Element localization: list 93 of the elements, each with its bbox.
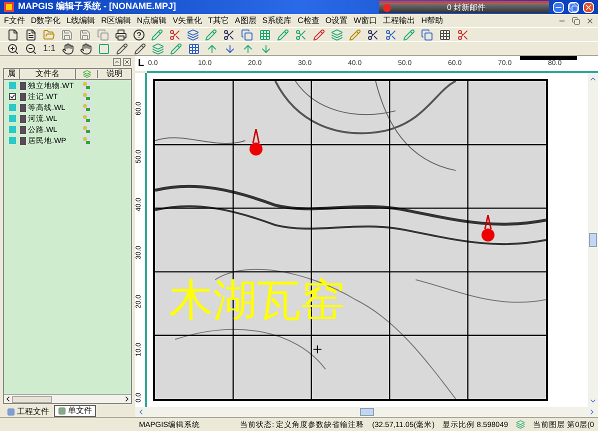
help-icon[interactable] bbox=[133, 28, 145, 40]
printer-icon[interactable] bbox=[115, 28, 127, 40]
scroll-thumb[interactable] bbox=[12, 396, 52, 402]
map-pin-icon bbox=[481, 215, 495, 243]
layer-style-icon bbox=[82, 114, 91, 123]
layer-style-icon bbox=[82, 81, 91, 90]
layers-icon bbox=[516, 420, 526, 429]
menu-item[interactable]: F文件 bbox=[4, 14, 25, 26]
layer-style-icon bbox=[82, 136, 91, 145]
layer-checkbox[interactable] bbox=[8, 126, 16, 133]
menu-item[interactable]: H帮助 bbox=[421, 14, 443, 26]
menu-item[interactable]: T其它 bbox=[208, 14, 229, 26]
zoom-in-icon[interactable] bbox=[7, 42, 19, 54]
down-arrow-icon[interactable] bbox=[260, 42, 272, 54]
mail-notice: 0 封新邮件 bbox=[447, 2, 486, 14]
scroll-right-icon[interactable] bbox=[123, 395, 131, 403]
scroll-left-icon[interactable] bbox=[4, 395, 12, 403]
pencil-icon[interactable] bbox=[116, 42, 128, 54]
mail-notification-bar[interactable]: 0 封新邮件 bbox=[379, 1, 549, 13]
layer-checkbox[interactable] bbox=[8, 115, 16, 122]
close-icon[interactable] bbox=[586, 16, 594, 24]
menu-item[interactable]: O设置 bbox=[325, 14, 348, 26]
scroll-up-icon[interactable] bbox=[589, 75, 597, 83]
restore-icon[interactable] bbox=[572, 16, 580, 24]
menu-item[interactable]: C检查 bbox=[298, 14, 320, 26]
menu-item[interactable]: D数字化 bbox=[30, 14, 61, 26]
new-file-icon[interactable] bbox=[7, 28, 19, 40]
square-icon[interactable] bbox=[98, 42, 110, 54]
actual-size-button[interactable]: 1:1 bbox=[43, 42, 56, 56]
layer-style-icon bbox=[82, 103, 91, 112]
down-arrow-icon[interactable] bbox=[224, 42, 236, 54]
layer-checkbox[interactable] bbox=[8, 93, 16, 100]
scroll-thumb[interactable] bbox=[589, 233, 597, 247]
minimize-icon[interactable] bbox=[553, 2, 564, 12]
open-folder-icon[interactable] bbox=[43, 28, 55, 40]
pencil-icon[interactable] bbox=[134, 42, 146, 54]
app-icon bbox=[4, 2, 14, 12]
layer-checkbox[interactable] bbox=[8, 104, 16, 111]
horizontal-scrollbar[interactable] bbox=[135, 407, 598, 417]
up-arrow-icon[interactable] bbox=[242, 42, 254, 54]
grid-icon[interactable] bbox=[188, 42, 200, 54]
layer-style-icon bbox=[82, 125, 91, 134]
ruler-corner-icon: L bbox=[135, 56, 147, 71]
menu-item[interactable]: N点编辑 bbox=[136, 14, 167, 26]
vertical-scrollbar[interactable] bbox=[588, 73, 598, 407]
hand-icon[interactable] bbox=[80, 42, 92, 54]
layer-checkbox[interactable] bbox=[8, 82, 16, 89]
pencil-icon[interactable] bbox=[349, 28, 361, 40]
scissors-icon[interactable] bbox=[457, 28, 469, 40]
window-title: MAPGIS 编辑子系统 - [NONAME.MPJ] bbox=[18, 0, 176, 14]
mail-icon bbox=[383, 4, 391, 12]
scroll-thumb[interactable] bbox=[360, 408, 374, 416]
layers-icon[interactable] bbox=[331, 28, 343, 40]
scissors-icon[interactable] bbox=[169, 28, 181, 40]
check-icon bbox=[10, 94, 14, 99]
map-pin-icon bbox=[249, 129, 263, 157]
scissors-icon[interactable] bbox=[385, 28, 397, 40]
scissors-icon[interactable] bbox=[367, 28, 379, 40]
layer-style-icon bbox=[82, 92, 91, 101]
menu-item[interactable]: S系统库 bbox=[262, 14, 292, 26]
menu-item[interactable]: 工程输出 bbox=[383, 14, 416, 26]
hand-icon[interactable] bbox=[62, 42, 74, 54]
redaction-block bbox=[520, 56, 577, 60]
up-arrow-icon[interactable] bbox=[206, 42, 218, 54]
copy-icon[interactable] bbox=[97, 28, 109, 40]
pencil-icon[interactable] bbox=[313, 28, 325, 40]
document-icon[interactable] bbox=[25, 28, 37, 40]
tab-icon bbox=[7, 408, 15, 416]
layers-icon[interactable] bbox=[187, 28, 199, 40]
scroll-down-icon[interactable] bbox=[589, 397, 597, 405]
menu-item[interactable]: A图层 bbox=[234, 14, 256, 26]
panel-tab[interactable]: 工程文件 bbox=[4, 407, 52, 417]
column-header[interactable]: 文件名 bbox=[20, 68, 76, 80]
panel-tab[interactable]: 单文件 bbox=[54, 405, 96, 417]
scissors-icon[interactable] bbox=[223, 28, 235, 40]
menu-item[interactable]: R区编辑 bbox=[101, 14, 131, 26]
column-header[interactable]: 属 bbox=[4, 68, 20, 80]
layer-checkbox[interactable] bbox=[8, 137, 16, 144]
menu-item[interactable]: V矢量化 bbox=[172, 14, 202, 26]
grid-icon[interactable] bbox=[439, 28, 451, 40]
layers-icon[interactable] bbox=[152, 42, 164, 54]
layers-icon bbox=[82, 70, 90, 78]
copy-icon[interactable] bbox=[241, 28, 253, 40]
collapse-icon[interactable] bbox=[113, 58, 121, 66]
copy-icon[interactable] bbox=[421, 28, 433, 40]
zoom-out-icon[interactable] bbox=[25, 42, 37, 54]
column-header[interactable]: 说明 bbox=[98, 68, 131, 80]
tab-icon bbox=[58, 407, 66, 415]
restore-icon[interactable] bbox=[568, 2, 579, 12]
close-icon[interactable] bbox=[123, 58, 131, 66]
horizontal-scrollbar[interactable] bbox=[4, 394, 131, 403]
menu-item[interactable]: L线编辑 bbox=[66, 14, 96, 26]
menu-item[interactable]: W窗口 bbox=[354, 14, 378, 26]
